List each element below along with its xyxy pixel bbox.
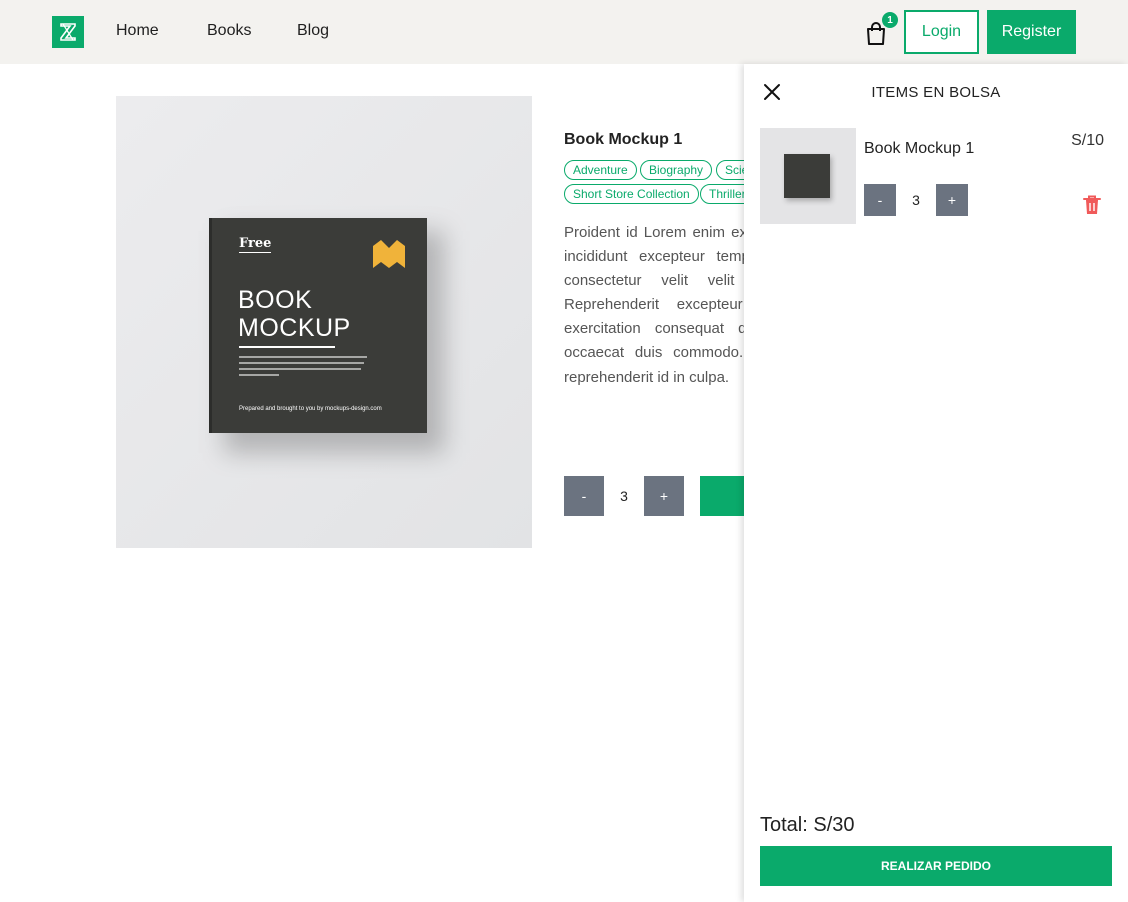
place-order-button[interactable]: REALIZAR PEDIDO: [760, 846, 1112, 886]
nav-blog-link[interactable]: Blog: [297, 22, 329, 40]
product-image: Free BOOK MOCKUP Prepared and brought to…: [116, 96, 532, 548]
book-cover-text-lines: [239, 356, 369, 380]
login-button[interactable]: Login: [904, 10, 979, 54]
tag-adventure[interactable]: Adventure: [564, 160, 637, 180]
book-cover-footer: Prepared and brought to you by mockups-d…: [239, 406, 382, 412]
book-cover-title-line2: MOCKUP: [238, 314, 351, 342]
cart-item-book-cover: [784, 154, 830, 198]
tag-short-store-collection[interactable]: Short Store Collection: [564, 184, 699, 204]
book-cover-free-label: Free: [239, 236, 272, 253]
cart-total: Total: S/30: [760, 814, 855, 836]
logo-icon[interactable]: [52, 16, 84, 48]
book-cover-rule: [239, 346, 335, 348]
book-cover: Free BOOK MOCKUP Prepared and brought to…: [212, 218, 427, 433]
nav-books-link[interactable]: Books: [207, 22, 251, 40]
cart-item-thumbnail: [760, 128, 856, 224]
cart-title: ITEMS EN BOLSA: [871, 84, 1001, 101]
product-title: Book Mockup 1: [564, 131, 683, 148]
book-cover-title-line1: BOOK: [238, 286, 313, 314]
cart-item-name: Book Mockup 1: [864, 140, 975, 157]
cart-drawer: ITEMS EN BOLSA Book Mockup 1 S/10 - 3 + …: [744, 64, 1128, 902]
tag-biography[interactable]: Biography: [640, 160, 713, 180]
nav-home-link[interactable]: Home: [116, 22, 159, 40]
cart-item-quantity: 3: [912, 192, 920, 208]
book-brand-mark-icon: [373, 240, 405, 268]
trash-icon[interactable]: [1082, 194, 1102, 216]
product-qty-value: 3: [620, 488, 628, 504]
book-cover-title: BOOK MOCKUP: [238, 286, 351, 342]
cart-count-badge: 1: [882, 12, 898, 28]
top-navbar: Home Books Blog 1 Login Register: [0, 0, 1128, 64]
cart-item-price: S/10: [1071, 132, 1104, 149]
product-qty-plus-button[interactable]: +: [644, 476, 684, 516]
product-qty-minus-button[interactable]: -: [564, 476, 604, 516]
register-button[interactable]: Register: [987, 10, 1076, 54]
cart-item-minus-button[interactable]: -: [864, 184, 896, 216]
cart-item-plus-button[interactable]: +: [936, 184, 968, 216]
